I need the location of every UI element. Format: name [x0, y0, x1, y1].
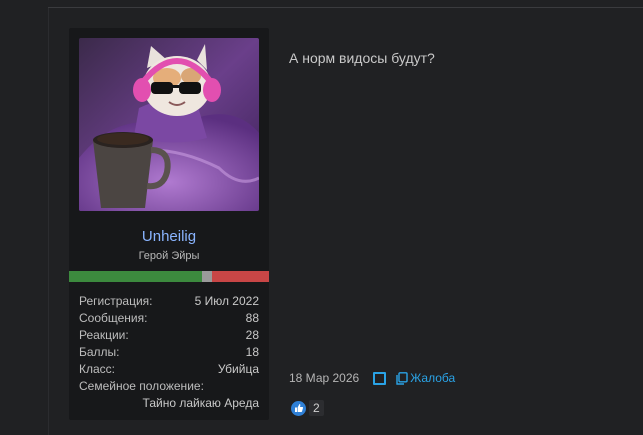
stat-label: Класс: — [79, 362, 115, 376]
stat-messages: Сообщения: 88 — [79, 310, 259, 327]
avatar-image — [79, 38, 259, 211]
stat-label: Регистрация: — [79, 294, 153, 308]
message-footer: 18 Мар 2026 Жалоба — [289, 370, 455, 386]
report-link[interactable]: Жалоба — [396, 371, 455, 385]
stat-points: Баллы: 18 — [79, 344, 259, 361]
reaction-count[interactable]: 2 — [309, 400, 324, 416]
stat-label: Сообщения: — [79, 311, 148, 325]
message-date[interactable]: 18 Мар 2026 — [289, 371, 359, 385]
user-title: Герой Эйры — [138, 250, 200, 262]
message-body: А норм видосы будут? — [289, 50, 435, 66]
report-icon — [396, 371, 408, 385]
reputation-negative — [212, 271, 269, 282]
stat-class: Класс: Убийца — [79, 361, 259, 378]
report-label: Жалоба — [410, 371, 456, 385]
stat-value: 5 Июл 2022 — [194, 294, 259, 308]
stat-label: Баллы: — [79, 345, 120, 359]
thumbs-up-glyph — [294, 404, 303, 412]
avatar[interactable] — [79, 38, 259, 211]
stat-value: Убийца — [217, 362, 259, 376]
stat-value: 18 — [245, 345, 259, 359]
stat-family-label: Семейное положение: — [79, 379, 204, 393]
stat-family-value: Тайно лайкаю Ареда — [142, 396, 259, 410]
username-link[interactable]: Unheilig — [69, 228, 269, 245]
bookmark-icon[interactable] — [373, 371, 387, 385]
reputation-bar — [69, 271, 269, 282]
thumbs-up-icon[interactable] — [291, 400, 306, 416]
user-card: Unheilig Герой Эйры Регистрация: 5 Июл 2… — [69, 28, 269, 420]
user-stats: Регистрация: 5 Июл 2022 Сообщения: 88 Ре… — [79, 293, 259, 412]
stat-registration: Регистрация: 5 Июл 2022 — [79, 293, 259, 310]
stat-value: 28 — [245, 328, 259, 342]
reactions-bar[interactable]: 2 — [291, 399, 324, 417]
stat-reactions: Реакции: 28 — [79, 327, 259, 344]
reputation-neutral — [202, 271, 212, 282]
page: Unheilig Герой Эйры Регистрация: 5 Июл 2… — [0, 0, 643, 435]
stat-label: Реакции: — [79, 328, 129, 342]
stat-value: 88 — [245, 311, 259, 325]
reputation-positive — [69, 271, 202, 282]
